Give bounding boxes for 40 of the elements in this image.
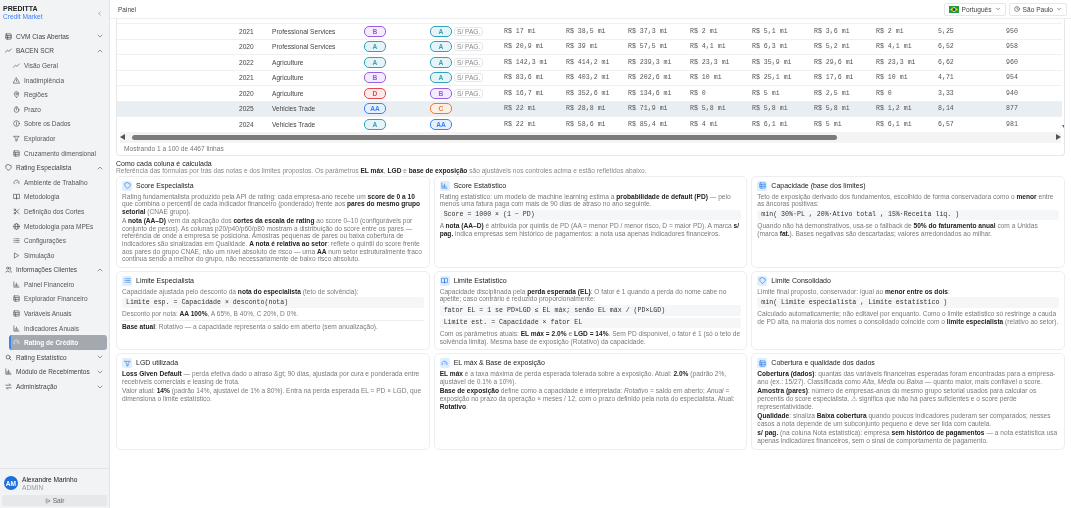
info-icon (13, 120, 20, 128)
horizontal-scrollbar[interactable] (120, 131, 1061, 143)
gauge-icon (13, 339, 20, 347)
scroll-right-arrow-icon[interactable] (1056, 134, 1061, 140)
bar-chart-icon (439, 180, 450, 191)
table-icon (13, 295, 20, 303)
shield-icon (122, 180, 132, 191)
shield-icon (757, 275, 768, 286)
gauge-icon (439, 358, 450, 369)
table-icon (13, 149, 20, 157)
play-icon (13, 251, 20, 259)
search-icon (5, 353, 12, 361)
table-icon (13, 310, 20, 318)
flag-icon (948, 5, 959, 13)
filter-icon (122, 358, 132, 369)
table-icon (5, 32, 12, 40)
bar-chart-icon (13, 280, 20, 288)
chevron-down-icon (994, 6, 1001, 12)
list-icon (122, 275, 132, 286)
list-icon (13, 237, 20, 245)
logout-icon (44, 497, 51, 504)
users-icon (5, 266, 12, 274)
bar-chart-icon (13, 324, 20, 332)
swap-icon (5, 383, 12, 391)
scissors-icon (13, 207, 20, 215)
globe-icon (13, 222, 20, 230)
scroll-left-arrow-icon[interactable] (120, 134, 125, 140)
warning-icon (13, 76, 20, 84)
pin-icon (13, 91, 20, 99)
filter-icon (13, 134, 20, 142)
timer-icon (13, 105, 20, 113)
gauge-icon (13, 178, 20, 186)
table-icon (757, 180, 768, 191)
chevron-down-icon (1056, 6, 1062, 12)
shield-icon (5, 164, 12, 172)
book-icon (439, 275, 450, 286)
clock-icon (1013, 6, 1020, 12)
table-icon (757, 358, 768, 369)
book-icon (13, 193, 20, 201)
bar-chart-icon (5, 368, 12, 376)
